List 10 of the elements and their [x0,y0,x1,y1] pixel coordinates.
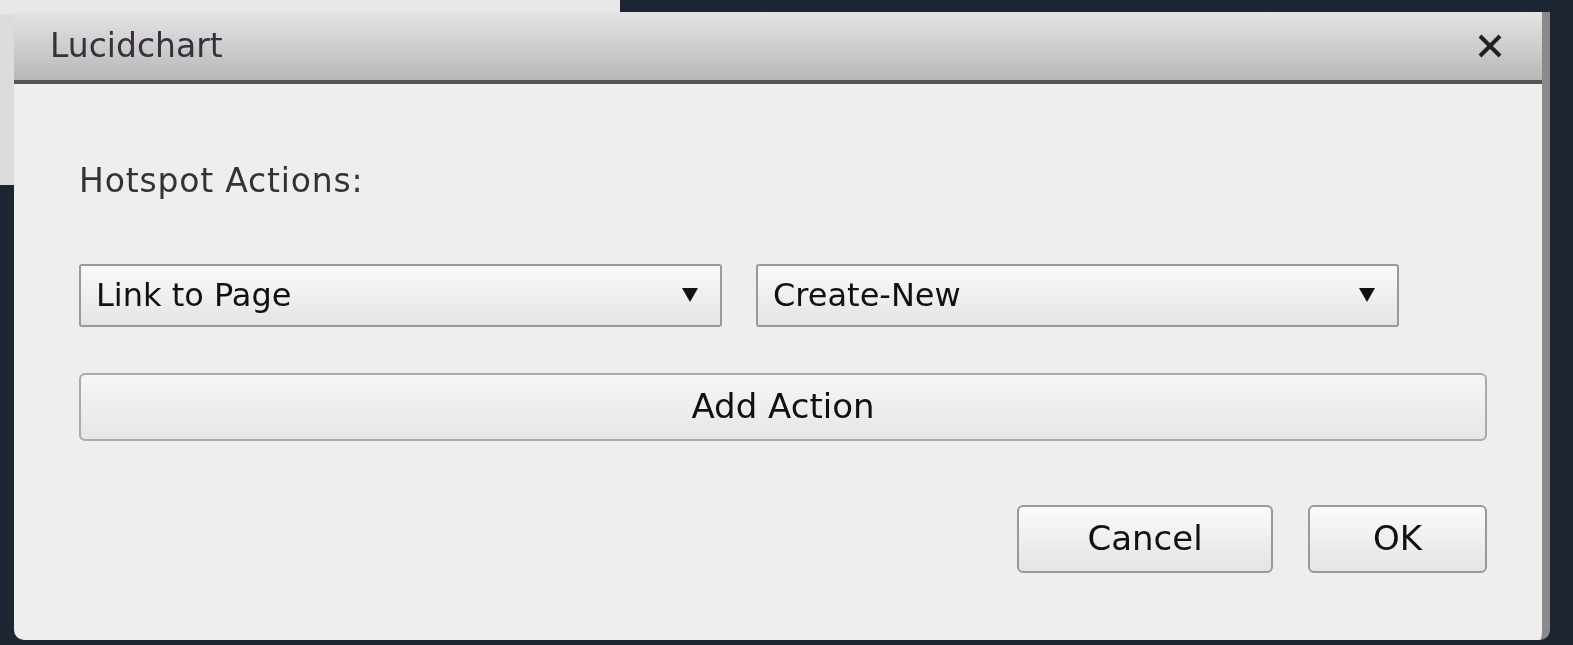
cancel-button[interactable]: Cancel [1017,504,1273,573]
close-icon[interactable] [1478,34,1502,58]
dropdown[interactable]: Link to Page [79,263,722,327]
window-title: Lucidchart [50,25,223,68]
caret-icon [1359,288,1375,302]
ok-button[interactable]: OK [1308,504,1487,573]
caret-icon [682,288,698,302]
dropdown[interactable]: Create-New [756,263,1399,327]
add-action-button[interactable]: Add Action [79,372,1487,441]
section-heading: Hotspot Actions: [79,160,365,202]
